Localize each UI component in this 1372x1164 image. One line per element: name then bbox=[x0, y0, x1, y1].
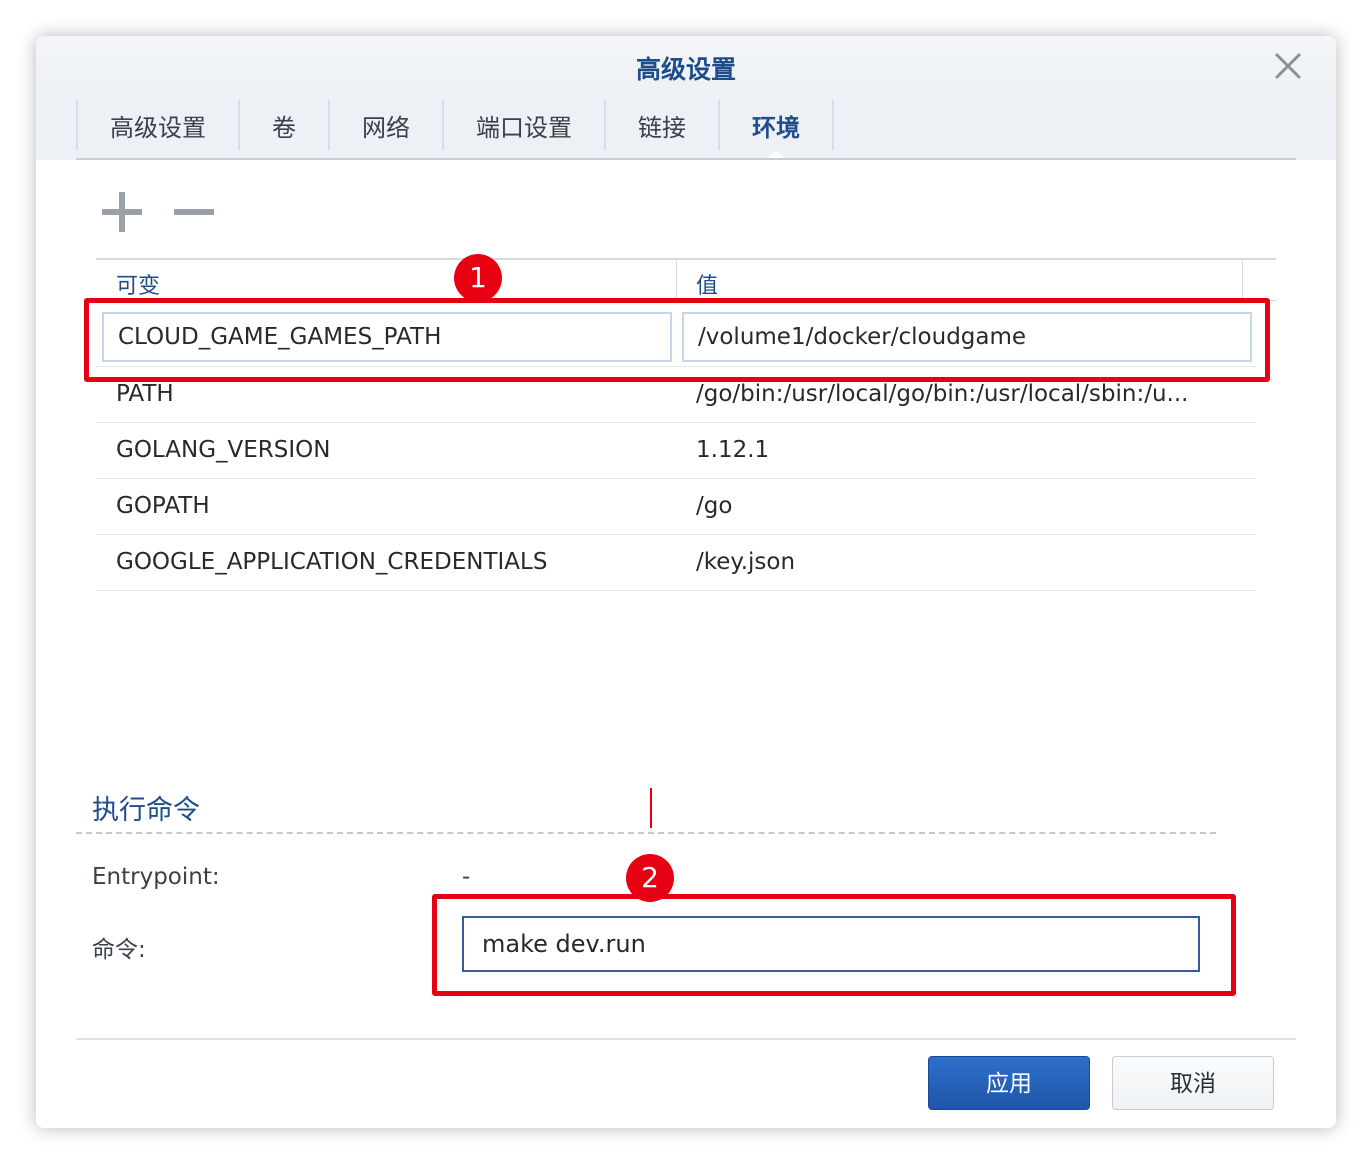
column-divider bbox=[1242, 260, 1243, 300]
section-divider bbox=[76, 832, 1216, 834]
tab-advanced-settings[interactable]: 高级设置 bbox=[76, 100, 238, 150]
command-label: 命令: bbox=[92, 937, 146, 963]
column-header-value[interactable]: 值 bbox=[696, 260, 718, 300]
entrypoint-label: Entrypoint: bbox=[92, 864, 220, 890]
tab-divider bbox=[76, 158, 1296, 160]
column-divider bbox=[676, 260, 677, 300]
apply-button[interactable]: 应用 bbox=[928, 1056, 1090, 1110]
tab-environment[interactable]: 环境 bbox=[718, 100, 834, 162]
footer-divider bbox=[76, 1038, 1296, 1040]
tab-network[interactable]: 网络 bbox=[328, 100, 442, 150]
table-row[interactable]: GOLANG_VERSION 1.12.1 bbox=[96, 422, 1256, 479]
variable-value-cell: /go bbox=[696, 493, 733, 519]
table-row[interactable]: GOOGLE_APPLICATION_CREDENTIALS /key.json bbox=[96, 534, 1256, 591]
entrypoint-value: - bbox=[462, 864, 471, 890]
dialog-titlebar: 高级设置 bbox=[36, 36, 1336, 98]
tab-bar: 高级设置 卷 网络 端口设置 链接 环境 bbox=[36, 98, 1336, 162]
dialog-title: 高级设置 bbox=[635, 55, 736, 84]
column-header-variable[interactable]: 可变 bbox=[116, 260, 160, 300]
variable-name-cell: GOPATH bbox=[116, 493, 210, 519]
variable-name-cell: GOLANG_VERSION bbox=[116, 437, 331, 463]
cancel-button[interactable]: 取消 bbox=[1112, 1056, 1274, 1110]
plus-icon[interactable] bbox=[100, 190, 144, 234]
annotation-badge-2: 2 bbox=[626, 854, 674, 902]
table-header: 可变 值 bbox=[96, 258, 1276, 301]
close-icon[interactable] bbox=[1272, 50, 1304, 82]
table-row[interactable]: GOPATH /go bbox=[96, 478, 1256, 535]
variable-value-cell: 1.12.1 bbox=[696, 437, 770, 463]
minus-icon[interactable] bbox=[172, 190, 216, 234]
variable-name-cell: GOOGLE_APPLICATION_CREDENTIALS bbox=[116, 549, 548, 575]
tab-volume[interactable]: 卷 bbox=[238, 100, 328, 150]
annotation-highlight-1 bbox=[84, 298, 1270, 382]
variable-value-cell: /key.json bbox=[696, 549, 796, 575]
tab-port-settings[interactable]: 端口设置 bbox=[442, 100, 604, 150]
advanced-settings-dialog: 高级设置 高级设置 卷 网络 端口设置 链接 环境 可变 值 CLOUD_GAM… bbox=[36, 36, 1336, 1128]
tab-links[interactable]: 链接 bbox=[604, 100, 718, 150]
section-title-exec-command: 执行命令 bbox=[92, 795, 200, 826]
annotation-marker bbox=[650, 788, 652, 828]
annotation-highlight-2 bbox=[432, 894, 1236, 996]
annotation-badge-1: 1 bbox=[454, 254, 502, 302]
